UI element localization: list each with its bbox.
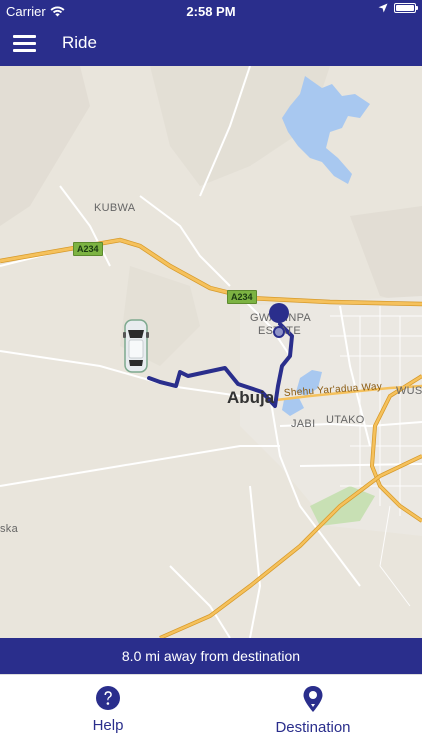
map-view[interactable]: KUBWA A234 A234 GWARINPA ESTATE Abuja Sh… <box>0 66 422 638</box>
battery-fill <box>396 5 414 11</box>
destination-pin-icon[interactable] <box>266 302 292 340</box>
tab-bar: Help Destination <box>0 674 422 751</box>
status-bar: Carrier 2:58 PM <box>0 0 422 22</box>
map-label-edge: ska <box>0 523 19 535</box>
page-title: Ride <box>62 33 97 52</box>
tab-destination-label: Destination <box>275 719 351 736</box>
location-pin-icon <box>303 686 323 712</box>
tab-help[interactable]: Help <box>72 685 144 734</box>
map-label-wuse: WUSE <box>396 385 422 397</box>
map-label-kubwa: KUBWA <box>94 202 136 214</box>
map-label-utako: UTAKO <box>326 414 365 426</box>
map-canvas <box>0 66 422 638</box>
help-icon <box>96 686 120 710</box>
nav-bar: Ride <box>0 22 422 66</box>
battery-tip <box>416 6 418 10</box>
app-header: Carrier 2:58 PM Ride <box>0 0 422 66</box>
terrain-shade <box>0 66 90 226</box>
status-time: 2:58 PM <box>186 4 236 19</box>
terrain-shade <box>350 206 422 306</box>
map-label-jabi: JABI <box>291 418 316 430</box>
tab-help-label: Help <box>92 717 124 734</box>
route-shield-a234: A234 <box>73 242 103 256</box>
battery-icon <box>394 3 418 13</box>
map-label-abuja: Abuja <box>227 388 275 407</box>
distance-banner: 8.0 mi away from destination <box>0 638 422 674</box>
route-shield-a234: A234 <box>227 290 257 304</box>
tab-destination[interactable]: Destination <box>262 685 364 736</box>
status-right <box>378 3 418 13</box>
location-arrow-icon <box>378 3 388 13</box>
car-icon[interactable] <box>123 318 149 374</box>
hamburger-menu-icon[interactable] <box>13 35 36 53</box>
